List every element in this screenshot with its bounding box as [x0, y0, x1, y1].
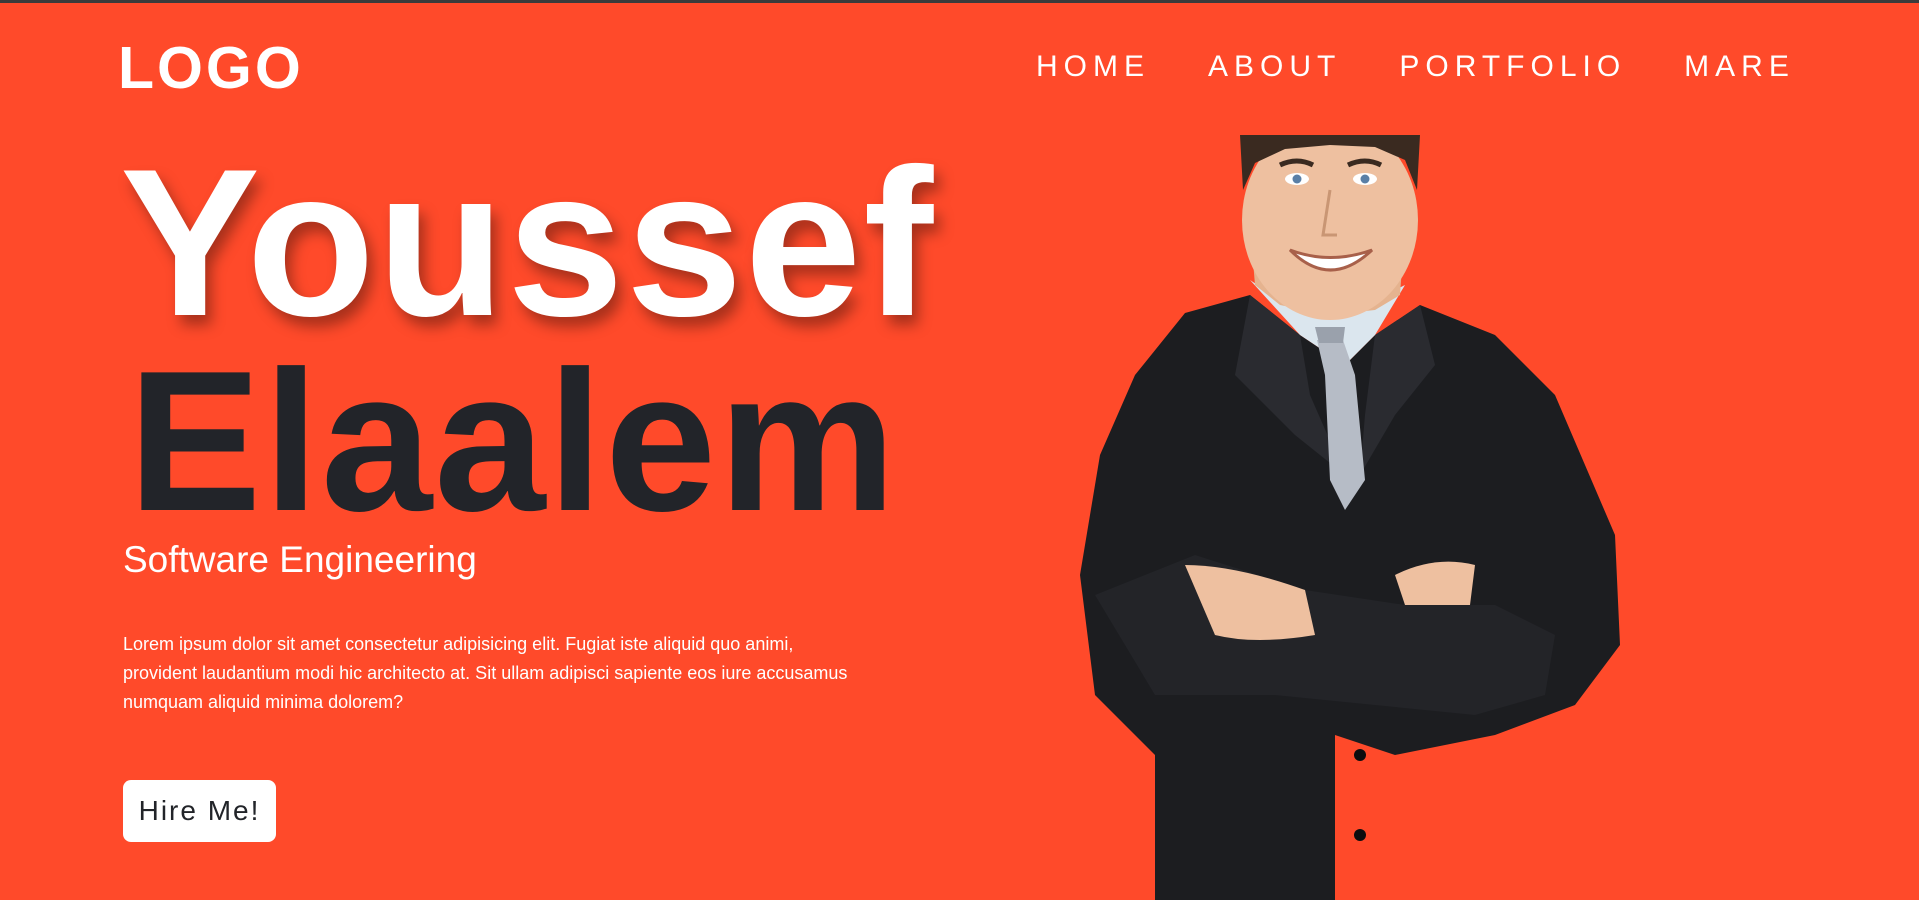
hire-me-button[interactable]: Hire Me!	[123, 780, 276, 842]
nav-mare[interactable]: MARE	[1684, 52, 1795, 82]
hero-title: Youssef Elaalem	[120, 138, 935, 542]
site-logo[interactable]: LOGO	[118, 39, 304, 98]
businessman-photo	[1075, 135, 1630, 900]
nav-home[interactable]: HOME	[1036, 52, 1150, 82]
hero-first-name: Youssef	[120, 125, 936, 360]
hero-last-name: Elaalem	[128, 330, 899, 553]
nav-about[interactable]: ABOUT	[1208, 52, 1341, 82]
hero-description: Lorem ipsum dolor sit amet consectetur a…	[123, 634, 848, 712]
main-nav: HOME ABOUT PORTFOLIO MARE	[1036, 52, 1795, 82]
nav-portfolio[interactable]: PORTFOLIO	[1399, 52, 1626, 82]
businessman-illustration	[1080, 135, 1620, 900]
hero-subtitle: Software Engineering	[123, 539, 477, 580]
